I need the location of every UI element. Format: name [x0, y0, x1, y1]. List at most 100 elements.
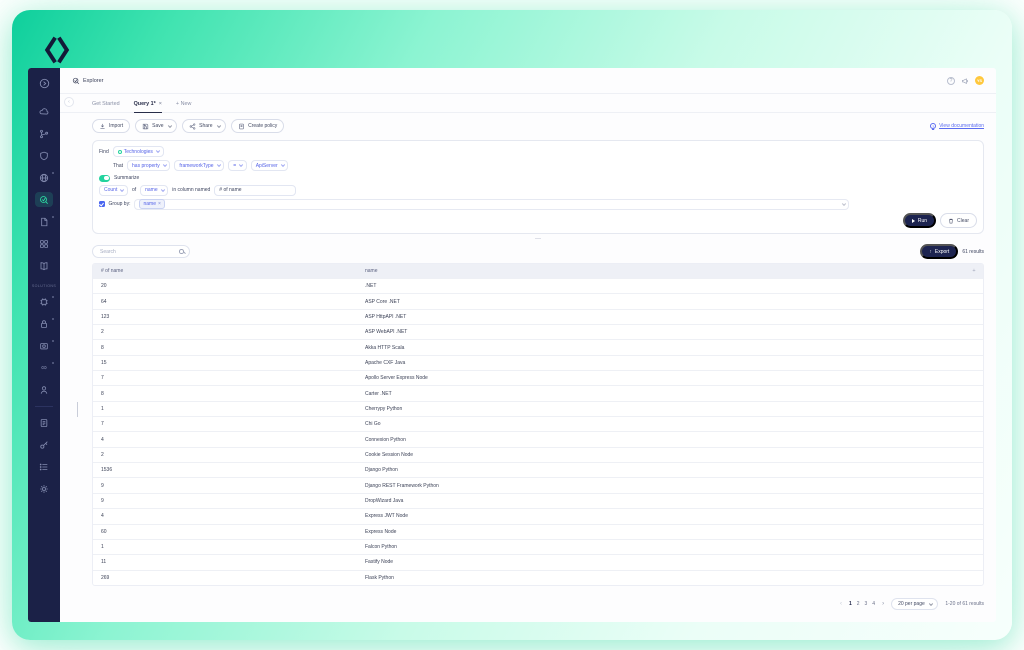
name-cell: Express JWT Node	[365, 513, 408, 520]
column-header[interactable]: # of name	[93, 268, 365, 274]
page-number[interactable]: 4	[872, 601, 875, 607]
table-row[interactable]: 7 Chi Go	[93, 416, 983, 431]
summarize-toggle[interactable]	[99, 175, 110, 182]
scroll-indicator	[77, 402, 78, 417]
group-by-chip[interactable]: name ×	[139, 199, 165, 209]
trash-icon	[949, 218, 953, 223]
table-row[interactable]: 60 Express Node	[93, 523, 983, 539]
per-page-dropdown[interactable]: 20 per page	[891, 597, 939, 610]
table-row[interactable]: 15 Apache CXF Java	[93, 354, 983, 370]
list-icon[interactable]	[35, 459, 53, 474]
import-button[interactable]: Import	[92, 119, 131, 133]
create-policy-button[interactable]: Create policy	[231, 119, 285, 133]
lock-icon[interactable]	[35, 316, 54, 331]
avatar[interactable]: YS	[975, 76, 984, 85]
table-row[interactable]: 269 Flask Python	[93, 569, 983, 585]
search-icon	[179, 249, 184, 254]
share-button[interactable]: Share	[182, 119, 227, 133]
table-row[interactable]: 123 ASP HttpAPI .NET	[93, 308, 983, 324]
view-documentation-link[interactable]: ? View documentation	[930, 123, 984, 129]
prev-page-icon[interactable]: ‹	[840, 601, 842, 607]
table-row[interactable]: 7 Apollo Server Express Node	[93, 370, 983, 385]
count-cell: 7	[101, 421, 104, 428]
topbar: Explorer ? YS	[60, 68, 996, 94]
table-row[interactable]: 4 Connexion Python	[93, 431, 983, 446]
apps-icon[interactable]	[35, 236, 53, 251]
column-name-input[interactable]	[214, 184, 297, 196]
column-header[interactable]: name	[365, 268, 965, 274]
table-row[interactable]: 4 Express JWT Node	[93, 508, 983, 523]
tab-get-started[interactable]: Get Started	[92, 101, 120, 112]
run-button[interactable]: Run	[902, 213, 937, 228]
tab-query[interactable]: Query 1* ×	[133, 101, 162, 113]
page-number[interactable]: 1	[849, 601, 852, 607]
user-icon[interactable]	[35, 382, 53, 397]
docs-icon[interactable]	[35, 258, 53, 273]
help-icon[interactable]: ?	[947, 76, 955, 85]
table-row[interactable]: 9 DropWizard Java	[93, 492, 983, 508]
count-cell: 269	[101, 574, 110, 581]
announcement-icon[interactable]	[961, 77, 969, 85]
table-row[interactable]: 2 Cookie Session Node	[93, 446, 983, 462]
search-box[interactable]	[92, 245, 190, 258]
panel-toggle-button[interactable]: ‹	[64, 97, 74, 107]
table-row[interactable]: 2 ASP WebAPI .NET	[93, 324, 983, 339]
group-by-checkbox[interactable]	[99, 201, 105, 207]
reports-icon[interactable]	[35, 214, 54, 229]
find-type-dropdown[interactable]: Technologies	[112, 146, 164, 157]
aggregate-field-dropdown[interactable]: name	[140, 184, 169, 196]
table-row[interactable]: 20 .NET	[93, 278, 983, 293]
chevron-down-icon	[928, 601, 933, 606]
table-row[interactable]: 11 Fastify Node	[93, 554, 983, 569]
aggregate-dropdown[interactable]: Count	[99, 184, 128, 196]
next-page-icon[interactable]: ›	[882, 601, 884, 607]
remove-chip-icon[interactable]: ×	[158, 201, 161, 207]
sidebar-divider	[35, 406, 53, 407]
api-icon[interactable]	[35, 294, 54, 309]
page-number[interactable]: 2	[857, 601, 860, 607]
notes-icon[interactable]	[35, 415, 53, 430]
table-header: # of name name +	[93, 264, 983, 278]
comparator-dropdown[interactable]: =	[228, 160, 247, 171]
pipeline-icon[interactable]: ∞	[35, 360, 54, 375]
explorer-icon[interactable]	[35, 192, 53, 207]
count-cell: 64	[101, 298, 107, 305]
scan-icon[interactable]	[35, 338, 54, 353]
table-row[interactable]: 1 Cherrypy Python	[93, 400, 983, 416]
graph-icon[interactable]	[35, 126, 53, 141]
search-input[interactable]	[98, 247, 173, 256]
table-row[interactable]: 9 Django REST Framework Python	[93, 477, 983, 492]
clear-button[interactable]: Clear	[940, 213, 977, 228]
group-by-field[interactable]: name ×	[134, 198, 850, 210]
export-button[interactable]: ↑ Export	[920, 244, 959, 259]
tab-new[interactable]: + New	[176, 101, 191, 112]
page-title: Explorer	[72, 77, 103, 85]
count-cell: 9	[101, 482, 104, 489]
name-cell: Falcon Python	[365, 544, 397, 551]
solutions-label: SOLUTIONS	[31, 284, 57, 288]
table-row[interactable]: 8 Carter .NET	[93, 385, 983, 400]
predicate-dropdown[interactable]: has property	[127, 160, 171, 171]
collapse-icon[interactable]	[35, 76, 53, 91]
add-column-icon[interactable]: +	[965, 268, 983, 274]
settings-icon[interactable]	[35, 481, 53, 496]
globe-icon[interactable]	[35, 170, 54, 185]
table-row[interactable]: 8 Akka HTTP Scala	[93, 339, 983, 354]
table-row[interactable]: 1536 Django Python	[93, 462, 983, 477]
save-button[interactable]: Save	[135, 119, 178, 133]
shield-icon[interactable]	[35, 148, 53, 163]
count-cell: 15	[101, 359, 107, 366]
value-dropdown[interactable]: ApiServer	[250, 160, 289, 171]
property-dropdown[interactable]: frameworkType	[174, 160, 225, 171]
dashboard-icon[interactable]	[35, 104, 53, 119]
table-row[interactable]: 1 Falcon Python	[93, 538, 983, 554]
results-table: # of name name + 20 .NET 64 ASP Core .NE…	[92, 263, 984, 586]
page-number[interactable]: 3	[865, 601, 868, 607]
group-by-label: Group by:	[108, 201, 131, 207]
name-cell: Fastify Node	[365, 559, 394, 566]
apiiro-logo[interactable]	[42, 34, 72, 66]
key-icon[interactable]	[35, 437, 53, 452]
table-row[interactable]: 64 ASP Core .NET	[93, 293, 983, 308]
collapse-handle[interactable]: —	[535, 236, 541, 242]
close-tab-icon[interactable]: ×	[159, 101, 162, 107]
